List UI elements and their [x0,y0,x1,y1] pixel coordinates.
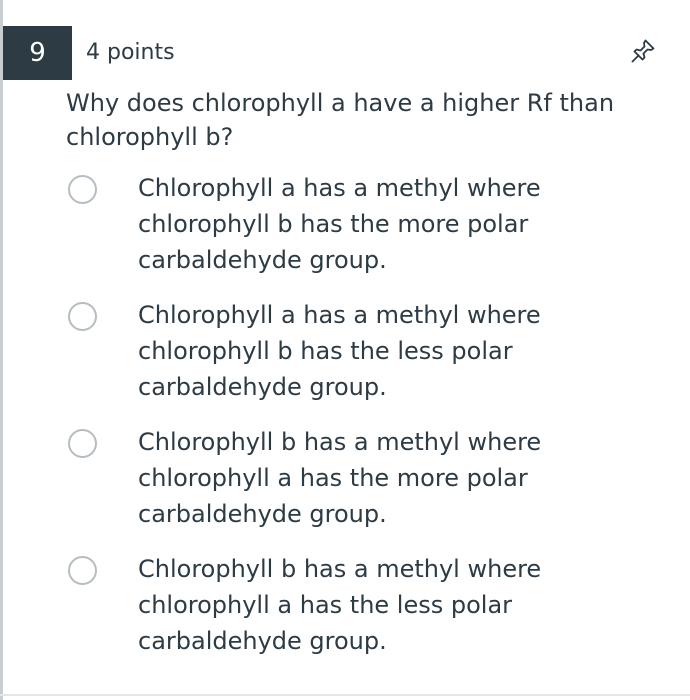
question-text: Why does chlorophyll a have a higher Rf … [66,89,615,151]
answer-label-3: Chlorophyll b has a methyl where chlorop… [138,428,542,528]
answer-option-4[interactable]: Chlorophyll b has a methyl where chlorop… [66,551,666,661]
question-points: 4 points [86,40,175,65]
pin-question-button[interactable] [626,34,660,68]
answer-label-4: Chlorophyll b has a methyl where chlorop… [138,555,542,655]
answer-label-2: Chlorophyll a has a methyl where chlorop… [138,301,541,401]
left-rail [0,0,3,700]
bottom-divider [0,694,690,696]
answer-radio-4[interactable] [68,556,97,585]
answer-option-3[interactable]: Chlorophyll b has a methyl where chlorop… [66,424,666,534]
pin-icon [629,37,657,65]
answer-label-1: Chlorophyll a has a methyl where chlorop… [138,174,541,274]
question-number-badge: 9 [3,26,72,80]
answer-radio-2[interactable] [68,302,97,331]
question-number: 9 [29,38,46,68]
answer-option-2[interactable]: Chlorophyll a has a methyl where chlorop… [66,297,666,407]
answer-radio-1[interactable] [68,175,97,204]
answer-radio-3[interactable] [68,429,97,458]
answer-option-1[interactable]: Chlorophyll a has a methyl where chlorop… [66,170,666,280]
